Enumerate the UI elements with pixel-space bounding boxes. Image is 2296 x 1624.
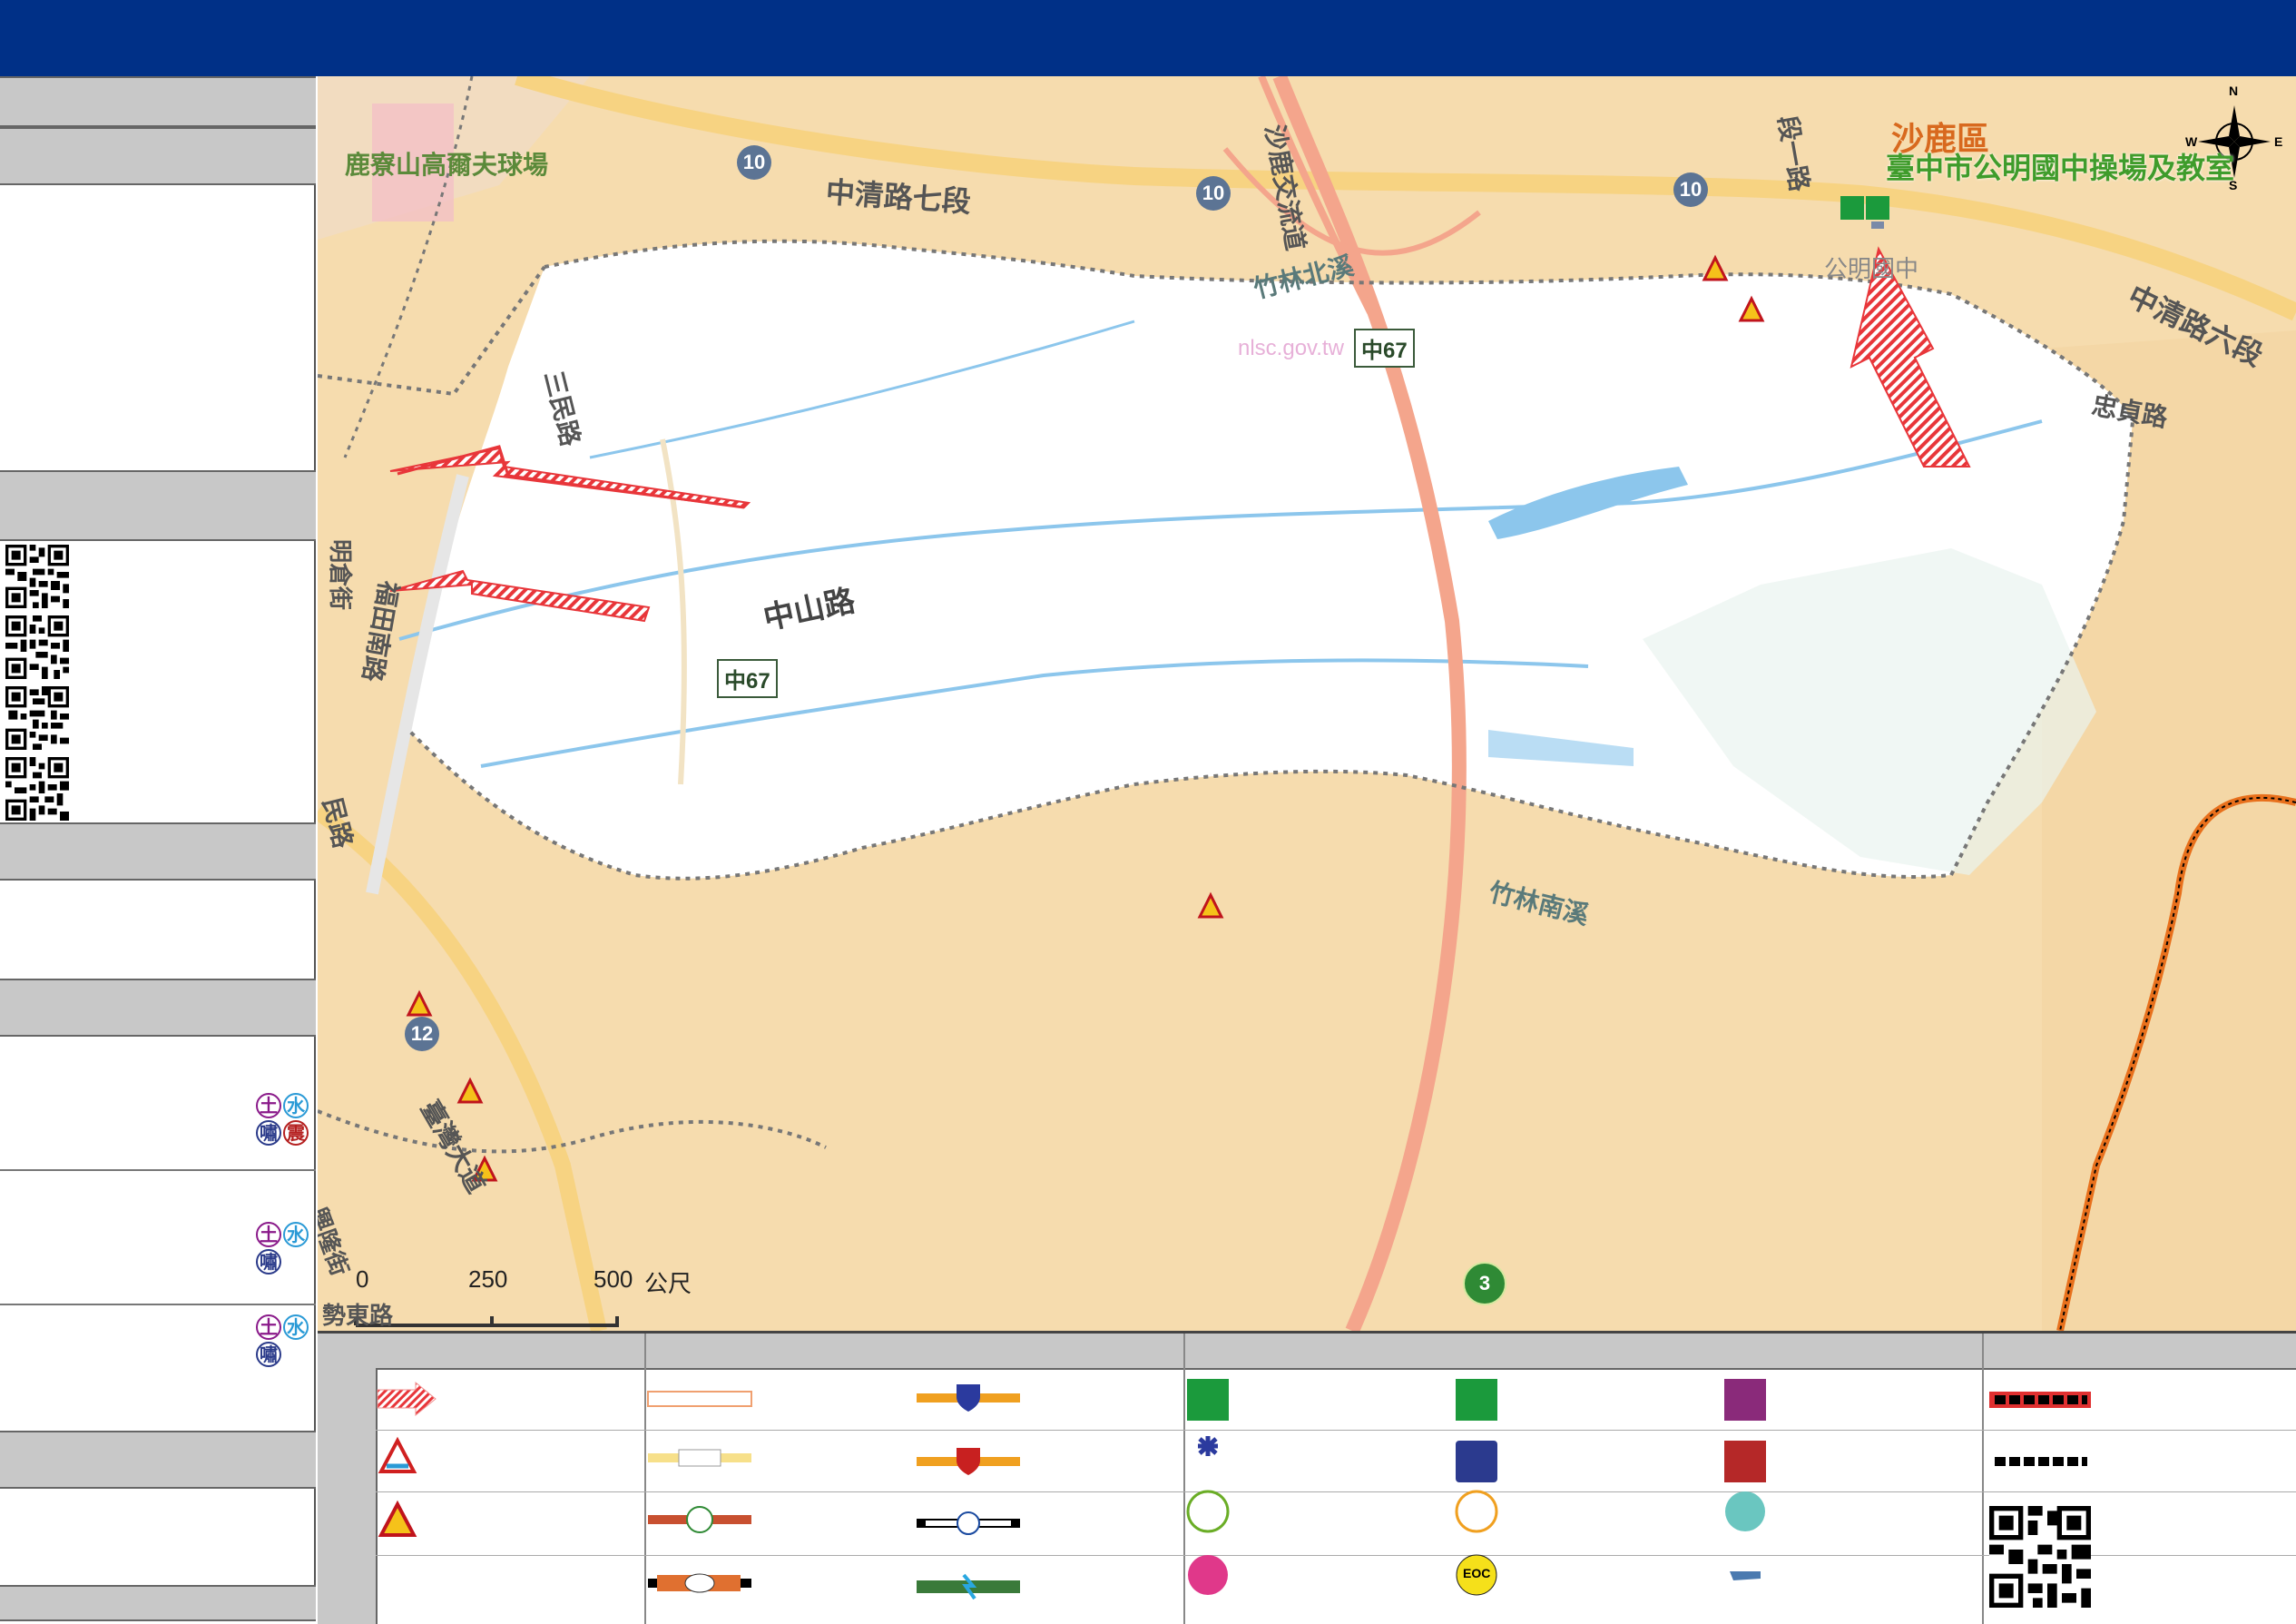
compass-north: N [2229,84,2239,98]
info-sidebar: 土 水 嘯 震 土 水 嘯 土 水 嘯 [0,76,316,1621]
sidebar-section-header-5 [0,979,316,1037]
golf-course-label: 鹿寮山高爾夫球場 [345,151,549,179]
landslide-hazard-icon: 土 [256,1222,281,1247]
provincial-12-shield: 12 [405,1017,439,1051]
tsunami-hazard-icon: 嘯 [256,1120,281,1146]
qr-code-2[interactable] [5,615,69,679]
sidebar-section-header-3 [0,470,316,541]
sidebar-section-header-7 [0,1585,316,1621]
qr-code-1[interactable] [5,545,69,608]
freeway-3-shield: 3 [1463,1262,1506,1305]
watermark-text: nlsc.gov.tw [1238,336,1344,360]
compass-south: S [2229,178,2238,192]
sidebar-divider [0,1169,316,1171]
shigu-road-label: 勢東路 [322,1302,394,1329]
sidebar-section-header-6 [0,1431,316,1489]
earthquake-hazard-icon: 震 [283,1120,309,1146]
mingcang-street-label: 明倉街 [327,539,354,611]
landslide-hazard-icon: 土 [256,1093,281,1118]
freeway-10-shield: 10 [1196,176,1231,211]
freeway-10-shield: 10 [1673,172,1708,207]
qr-code-4[interactable] [5,757,69,821]
landslide-hazard-icon: 土 [256,1314,281,1340]
compass-east: E [2274,134,2283,149]
scale-unit: 公尺 [644,1270,692,1297]
sidebar-section-header-2 [0,127,316,185]
county-road-shield: 中67 [1354,329,1415,368]
eoc-label: EOC [1463,1566,1491,1580]
flood-hazard-icon: 水 [283,1222,309,1247]
header-bar [0,0,2296,76]
scale-tick-500: 500 [594,1265,633,1293]
qr-code-3[interactable] [5,686,69,750]
map-legend: EOC [318,1331,2296,1624]
evacuation-map[interactable]: 鹿寮山高爾夫球場 中清路七段 中清路六段 竹林北溪 竹林南溪 中山路 忠貞路 公… [318,76,2296,1331]
map-title: 臺中市公明國中操場及教室 [1886,152,2235,184]
legend-qr-code[interactable] [1989,1506,2091,1608]
tsunami-hazard-icon: 嘯 [256,1342,281,1367]
scale-tick-0: 0 [356,1265,369,1293]
flood-hazard-icon: 水 [283,1093,309,1118]
gongming-school-label: 公明國中 [1824,255,1919,282]
county-road-shield: 中67 [717,659,778,698]
flood-hazard-icon: 水 [283,1314,309,1340]
scale-tick-250: 250 [468,1265,508,1293]
sidebar-divider [0,1304,316,1305]
sidebar-section-header-4 [0,822,316,881]
sidebar-section-header-1 [0,76,316,127]
tsunami-hazard-icon: 嘯 [256,1249,281,1275]
compass-west: W [2185,134,2198,149]
freeway-10-shield: 10 [737,145,771,180]
